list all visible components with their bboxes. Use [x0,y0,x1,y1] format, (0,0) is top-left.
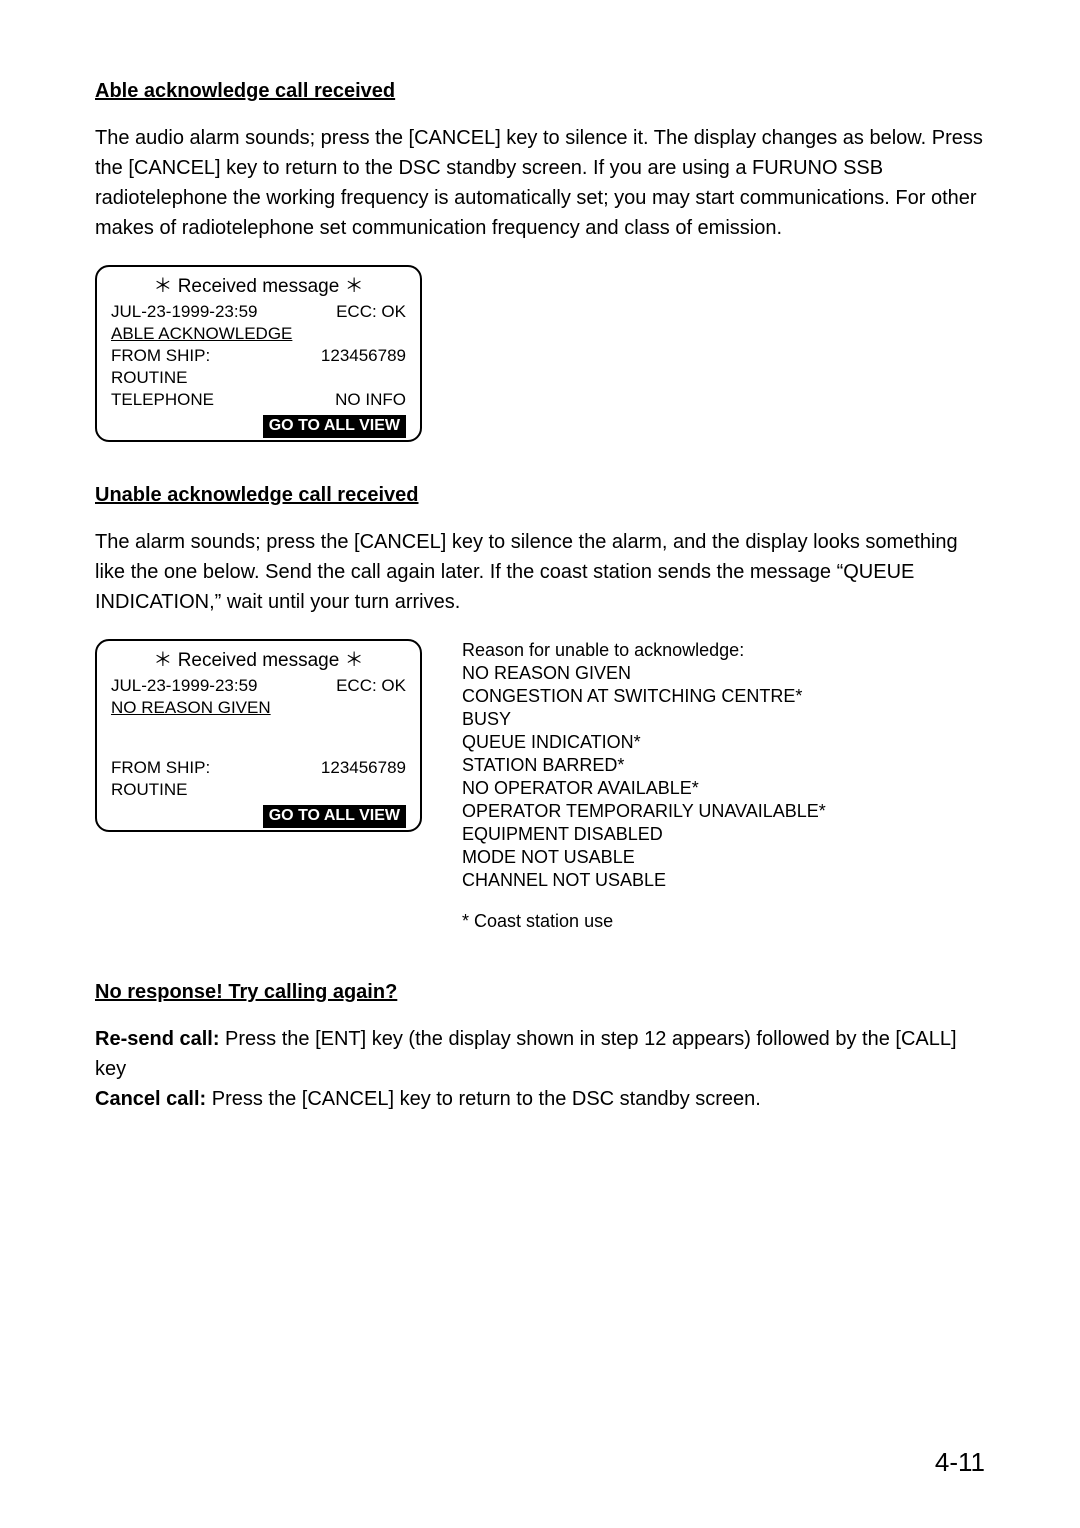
reason-item: NO OPERATOR AVAILABLE* [462,777,826,800]
two-column-layout: ＊ Received message ＊ JUL-23-1999-23:59 E… [95,639,985,963]
heading-unable-ack: Unable acknowledge call received [95,484,985,507]
screen-row-timestamp: JUL-23-1999-23:59 ECC: OK [111,675,406,697]
reason-item: EQUIPMENT DISABLED [462,823,826,846]
paragraph-unable-ack: The alarm sounds; press the [CANCEL] key… [95,527,985,617]
reasons-intro: Reason for unable to acknowledge: [462,639,826,662]
reason-item: MODE NOT USABLE [462,846,826,869]
display-screen-able: ＊ Received message ＊ JUL-23-1999-23:59 E… [95,265,422,442]
reason-item: NO REASON GIVEN [462,662,826,685]
paragraph-able-ack: The audio alarm sounds; press the [CANCE… [95,123,985,243]
reason-item: QUEUE INDICATION* [462,731,826,754]
screen-from-id: 123456789 [321,345,406,367]
screen-telecom: TELEPHONE [111,389,214,411]
screen-row-from: FROM SHIP: 123456789 [111,345,406,367]
screen-from-label: FROM SHIP: [111,757,210,779]
cancel-label: Cancel call: [95,1088,206,1110]
reasons-block: Reason for unable to acknowledge: NO REA… [462,639,826,963]
reasons-footnote: * Coast station use [462,910,826,933]
screen-category: ROUTINE [111,779,406,801]
page-number: 4-11 [935,1447,985,1478]
screen-title: ＊ Received message ＊ [111,649,406,674]
screen-ecc: ECC: OK [336,301,406,323]
screen-from-id: 123456789 [321,757,406,779]
screen-ack-line: ABLE ACKNOWLEDGE [111,323,406,345]
screen-from-label: FROM SHIP: [111,345,210,367]
paragraph-resend: Re-send call: Press the [ENT] key (the d… [95,1024,985,1114]
cancel-text: Press the [CANCEL] key to return to the … [206,1088,761,1110]
resend-label: Re-send call: [95,1028,219,1050]
resend-text: Press the [ENT] key (the display shown i… [95,1028,957,1080]
screen-row-from: FROM SHIP: 123456789 [111,757,406,779]
reason-item: OPERATOR TEMPORARILY UNAVAILABLE* [462,800,826,823]
heading-able-ack: Able acknowledge call received [95,80,985,103]
screen-ecc: ECC: OK [336,675,406,697]
go-to-all-view-button[interactable]: GO TO ALL VIEW [263,415,406,438]
go-to-all-view-button[interactable]: GO TO ALL VIEW [263,805,406,828]
reason-item: BUSY [462,708,826,731]
screen-category: ROUTINE [111,367,406,389]
document-page: Able acknowledge call received The audio… [0,0,1080,1528]
reason-item: CHANNEL NOT USABLE [462,869,826,892]
screen-reason-line: NO REASON GIVEN [111,697,406,719]
screen-row-telecom: TELEPHONE NO INFO [111,389,406,411]
reason-item: CONGESTION AT SWITCHING CENTRE* [462,685,826,708]
screen-telecom-info: NO INFO [335,389,406,411]
screen-timestamp: JUL-23-1999-23:59 [111,301,257,323]
display-screen-unable: ＊ Received message ＊ JUL-23-1999-23:59 E… [95,639,422,832]
screen-row-timestamp: JUL-23-1999-23:59 ECC: OK [111,301,406,323]
heading-no-response: No response! Try calling again? [95,981,985,1004]
screen-timestamp: JUL-23-1999-23:59 [111,675,257,697]
screen-title: ＊ Received message ＊ [111,275,406,300]
reason-item: STATION BARRED* [462,754,826,777]
